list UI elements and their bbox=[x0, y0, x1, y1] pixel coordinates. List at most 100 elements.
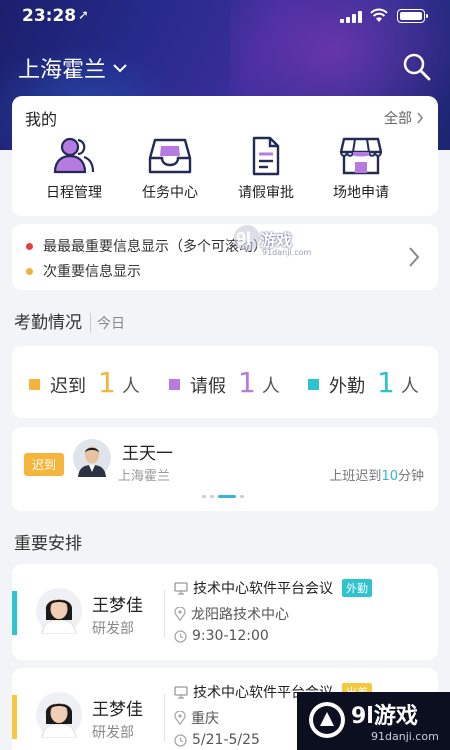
watermark-top: 9l 游戏 91danji.com bbox=[232, 221, 342, 261]
view-all-link[interactable]: 全部 bbox=[384, 108, 424, 128]
type-badge: 外勤 bbox=[342, 579, 372, 597]
stat-unit: 人 bbox=[400, 376, 419, 397]
notice-text: 次重要信息显示 bbox=[43, 264, 141, 280]
late-tag: 迟到 bbox=[24, 453, 65, 476]
late-color-icon bbox=[29, 379, 40, 390]
status-bar: 23:28 ➚ bbox=[0, 0, 450, 34]
attendance-title: 考勤情况 bbox=[14, 313, 82, 333]
monitor-icon bbox=[174, 581, 188, 595]
stat-count: 1 bbox=[98, 366, 116, 399]
stat-count: 1 bbox=[377, 366, 395, 399]
shortcut-schedule[interactable]: 日程管理 bbox=[29, 136, 119, 206]
svg-text:9l: 9l bbox=[236, 229, 251, 249]
category-bar bbox=[12, 695, 17, 739]
watermark-logo-icon: 9l bbox=[234, 225, 260, 251]
stat-field-work[interactable]: 外勤 1 人 bbox=[308, 366, 419, 399]
stat-count: 1 bbox=[238, 366, 256, 399]
avatar bbox=[36, 692, 82, 738]
avatar bbox=[36, 588, 82, 634]
person-name: 王梦佳 bbox=[92, 700, 143, 720]
location-pin-icon bbox=[174, 711, 186, 725]
my-shortcuts-card: 我的 全部 日程管理 任务中心 请假审批 场地申请 bbox=[12, 96, 438, 216]
watermark-bottom: 9l游戏 91danji.com bbox=[297, 692, 450, 750]
meeting-title: 技术中心软件平台会议 bbox=[193, 581, 333, 597]
shortcut-label: 场地申请 bbox=[333, 185, 389, 201]
schedule-title: 重要安排 bbox=[14, 534, 82, 554]
carousel-pager bbox=[202, 495, 244, 498]
late-description: 上班迟到10分钟 bbox=[329, 465, 424, 484]
stat-late[interactable]: 迟到 1 人 bbox=[29, 366, 140, 399]
late-minutes: 10 bbox=[381, 469, 398, 484]
shortcut-leave-approval[interactable]: 请假审批 bbox=[221, 136, 311, 206]
monitor-icon bbox=[174, 685, 188, 699]
chevron-right-icon bbox=[417, 112, 424, 124]
watermark-url: 91danji.com bbox=[371, 730, 439, 743]
cellular-signal-icon bbox=[340, 11, 362, 23]
stat-label: 迟到 bbox=[50, 376, 86, 397]
meeting-place: 重庆 bbox=[191, 711, 219, 727]
person-name: 王梦佳 bbox=[92, 596, 143, 616]
late-desc-suffix: 分钟 bbox=[397, 469, 424, 484]
clock-icon bbox=[174, 629, 187, 643]
city-name: 上海霍兰 bbox=[18, 58, 107, 83]
late-employee-card[interactable]: 迟到 王天一 上海霍兰 上班迟到10分钟 bbox=[12, 427, 438, 511]
status-time: 23:28 bbox=[22, 6, 77, 26]
notice-card[interactable]: 最最最重要信息显示（多个可滚动） 次重要信息显示 bbox=[12, 224, 438, 290]
my-shortcuts-title: 我的 bbox=[25, 110, 58, 129]
meeting-place: 龙阳路技术中心 bbox=[191, 607, 289, 623]
category-bar bbox=[12, 591, 17, 635]
shortcut-tasks[interactable]: 任务中心 bbox=[125, 136, 215, 206]
view-all-label: 全部 bbox=[384, 111, 412, 127]
time-row: 5/21-5/25 bbox=[174, 732, 260, 748]
schedule-header: 重要安排 bbox=[14, 529, 82, 554]
watermark-logo-icon bbox=[309, 702, 345, 738]
clock-icon bbox=[174, 733, 187, 747]
watermark-url: 91danji.com bbox=[262, 248, 312, 257]
person-dept: 研发部 bbox=[92, 725, 134, 741]
battery-icon bbox=[397, 9, 428, 23]
location-arrow-icon: ➚ bbox=[78, 8, 89, 23]
person-dept: 研发部 bbox=[92, 621, 134, 637]
people-icon bbox=[53, 137, 95, 174]
leave-color-icon bbox=[169, 379, 180, 390]
avatar bbox=[73, 439, 111, 477]
city-selector[interactable]: 上海霍兰 bbox=[18, 52, 128, 84]
shortcut-label: 日程管理 bbox=[46, 185, 102, 201]
divider bbox=[164, 590, 165, 638]
schedule-item[interactable]: 王梦佳 研发部 技术中心软件平台会议 外勤 龙阳路技术中心 9:30-12:00 bbox=[12, 564, 438, 660]
notice-item: 次重要信息显示 bbox=[26, 261, 141, 281]
place-row: 龙阳路技术中心 bbox=[174, 604, 289, 624]
shortcut-label: 请假审批 bbox=[238, 185, 294, 201]
stat-label: 外勤 bbox=[329, 376, 365, 397]
late-desc-prefix: 上班迟到 bbox=[329, 469, 382, 484]
chevron-right-icon bbox=[409, 247, 420, 267]
meeting-row: 技术中心软件平台会议 外勤 bbox=[174, 578, 372, 598]
divider bbox=[164, 694, 165, 742]
shortcut-venue-request[interactable]: 场地申请 bbox=[316, 136, 406, 206]
search-icon[interactable] bbox=[400, 50, 432, 82]
red-dot-icon bbox=[26, 242, 33, 250]
employee-name: 王天一 bbox=[122, 444, 173, 464]
employee-org: 上海霍兰 bbox=[118, 469, 171, 484]
attendance-header: 考勤情况 今日 bbox=[14, 308, 125, 333]
inbox-tray-icon bbox=[148, 138, 192, 174]
time-row: 9:30-12:00 bbox=[174, 628, 269, 644]
wifi-icon bbox=[370, 8, 388, 22]
notice-item: 最最最重要信息显示（多个可滚动） bbox=[26, 236, 267, 256]
yellow-dot-icon bbox=[26, 267, 33, 275]
watermark-brand: 9l游戏 bbox=[351, 704, 418, 729]
field-color-icon bbox=[308, 379, 319, 390]
shortcut-label: 任务中心 bbox=[142, 185, 198, 201]
meeting-time: 9:30-12:00 bbox=[192, 628, 269, 644]
stat-label: 请假 bbox=[190, 376, 226, 397]
document-icon bbox=[252, 136, 280, 176]
location-pin-icon bbox=[174, 607, 186, 621]
stat-leave[interactable]: 请假 1 人 bbox=[169, 366, 280, 399]
stat-unit: 人 bbox=[121, 376, 140, 397]
chevron-down-icon bbox=[113, 64, 127, 73]
meeting-time: 5/21-5/25 bbox=[192, 732, 260, 748]
attendance-subtitle: 今日 bbox=[90, 313, 125, 333]
stat-unit: 人 bbox=[261, 376, 280, 397]
attendance-stats-card: 迟到 1 人 请假 1 人 外勤 1 人 bbox=[12, 346, 438, 418]
place-row: 重庆 bbox=[174, 708, 219, 728]
